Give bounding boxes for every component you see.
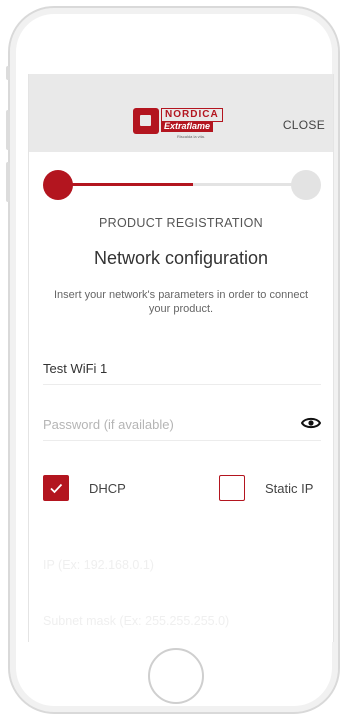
ssid-input[interactable] xyxy=(43,354,293,382)
app-screen: NORDICA Extraflame Riscalda la vita. CLO… xyxy=(28,74,334,642)
progress-step-next xyxy=(291,170,321,200)
ip-input[interactable] xyxy=(43,552,321,578)
step-progress xyxy=(43,170,321,200)
dhcp-checkbox[interactable] xyxy=(43,475,69,501)
page-title: Network configuration xyxy=(93,248,269,268)
phone-side-button-volume-up xyxy=(6,110,10,150)
password-input[interactable] xyxy=(43,410,293,438)
home-button[interactable] xyxy=(148,648,204,704)
brand-logo-main: Extraflame xyxy=(161,121,214,132)
brand-logo-top: NORDICA xyxy=(161,108,223,122)
brand-logo-mark xyxy=(133,108,159,134)
phone-side-button-mute xyxy=(6,66,10,80)
password-field xyxy=(43,410,321,441)
checkmark-icon xyxy=(50,483,63,494)
app-header: NORDICA Extraflame Riscalda la vita. CLO… xyxy=(29,74,333,152)
progress-fill xyxy=(59,183,193,186)
brand-logo-tagline: Riscalda la vita. xyxy=(177,134,206,139)
static-ip-checkbox[interactable] xyxy=(219,475,245,501)
static-ip-label: Static IP xyxy=(265,481,314,496)
ip-field xyxy=(43,552,321,580)
progress-step-current xyxy=(43,170,73,200)
step-label: PRODUCT REGISTRATION xyxy=(99,216,263,230)
subnet-field xyxy=(43,608,321,636)
brand-logo: NORDICA Extraflame Riscalda la vita. xyxy=(133,108,237,144)
eye-icon[interactable] xyxy=(301,415,321,431)
ssid-field xyxy=(43,354,321,385)
subnet-input[interactable] xyxy=(43,608,321,634)
page-description: Insert your network's parameters in orde… xyxy=(54,289,308,315)
dhcp-label: DHCP xyxy=(89,481,126,496)
close-button[interactable]: CLOSE xyxy=(283,118,325,132)
phone-side-button-volume-down xyxy=(6,162,10,202)
